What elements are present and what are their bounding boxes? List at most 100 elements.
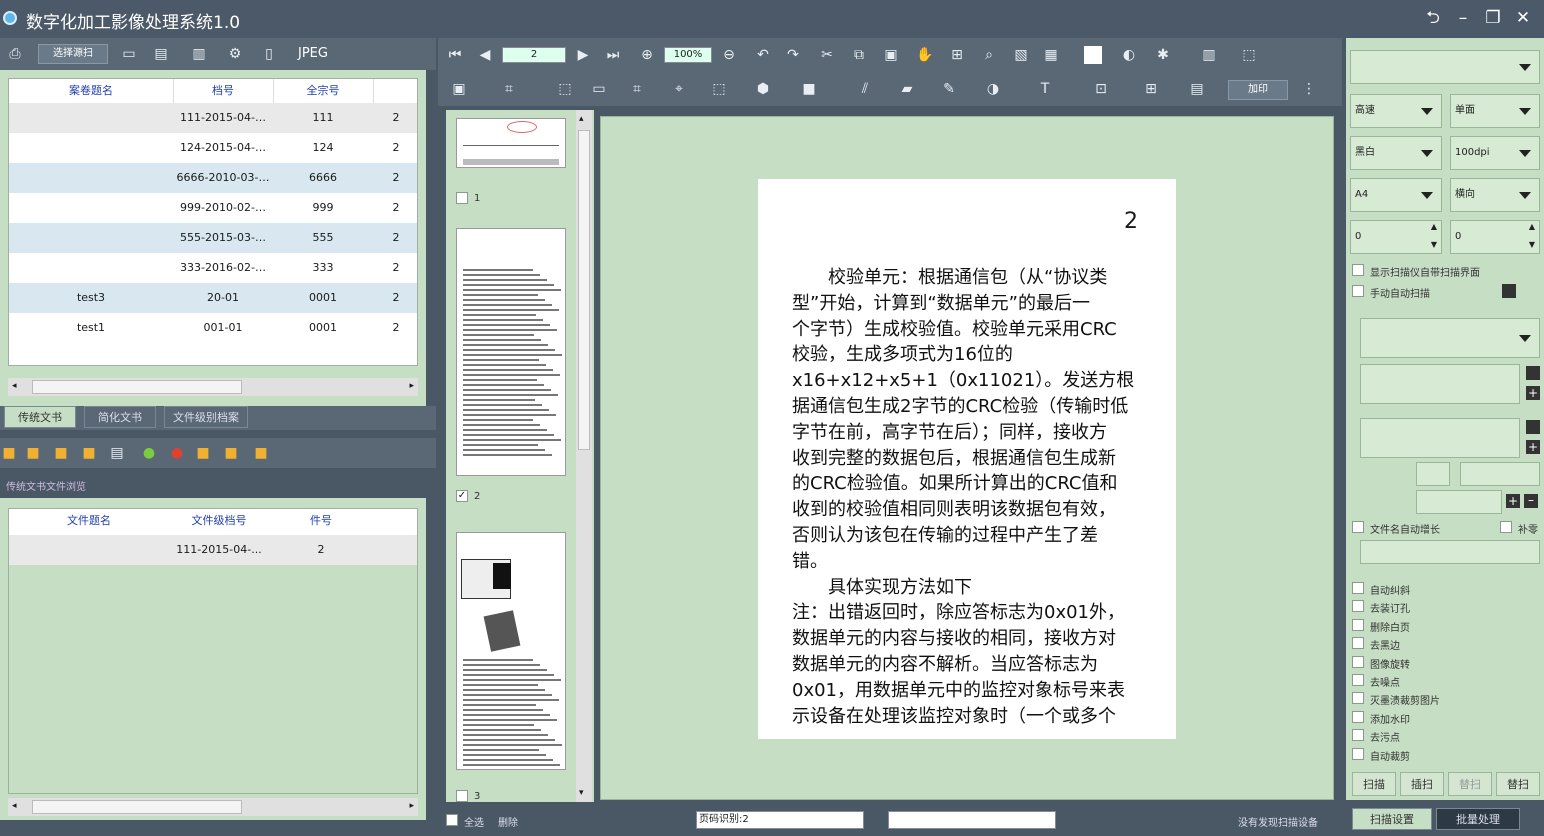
page-icon[interactable]: ▤ (1188, 80, 1206, 98)
fit-icon[interactable]: ⊞ (948, 46, 966, 64)
page-input[interactable]: 2 (502, 47, 566, 63)
next-page-icon[interactable]: ▶ (574, 46, 592, 64)
column-header[interactable] (373, 79, 417, 103)
tab-file-level[interactable]: 文件级别档案 (164, 406, 248, 428)
horizontal-scrollbar[interactable]: ◂ ▸ (8, 378, 418, 396)
border-icon[interactable]: ⬚ (556, 80, 574, 98)
spin-down-icon[interactable]: ▼ (1526, 240, 1538, 249)
scan-button[interactable]: 扫描 (1352, 772, 1396, 796)
option-checkbox[interactable] (1352, 747, 1364, 760)
hand-icon[interactable]: ✋ (916, 46, 934, 64)
thumbnail-page-3[interactable] (456, 532, 566, 770)
save-icon[interactable] (1526, 366, 1540, 380)
tab-simplified[interactable]: 简化文书 (84, 406, 156, 428)
option-checkbox[interactable] (1352, 618, 1364, 631)
show-scanner-ui-checkbox[interactable] (1352, 264, 1364, 276)
white-color-icon[interactable] (1084, 46, 1102, 64)
table-row[interactable]: 555-2015-03-… 555 2 (9, 223, 417, 253)
paste-icon[interactable]: ▣ (882, 46, 900, 64)
insert-scan-button[interactable]: 插扫 (1400, 772, 1444, 796)
column-header[interactable]: 件号 (269, 509, 373, 533)
folder-add-icon[interactable]: ■ (52, 444, 70, 462)
folder-open-icon[interactable]: ■ (24, 444, 42, 462)
more-icon[interactable]: ⋮ (1300, 80, 1318, 98)
horizontal-scrollbar[interactable]: ◂ ▸ (8, 798, 418, 816)
profile-select[interactable] (1350, 50, 1540, 84)
copy-icon[interactable]: ⧉ (850, 46, 868, 64)
option-checkbox[interactable] (1352, 582, 1364, 594)
option-checkbox[interactable] (1352, 692, 1364, 705)
grid-icon[interactable]: ▦ (1042, 46, 1060, 64)
vertical-scrollbar[interactable]: ▴ ▾ (576, 110, 592, 802)
search-icon[interactable]: ⌕ (980, 46, 998, 64)
tab-traditional[interactable]: 传统文书 (4, 406, 76, 428)
split-icon[interactable]: ▥ (1200, 46, 1218, 64)
thumbnail-checkbox-3[interactable] (456, 790, 468, 802)
spin-down-icon[interactable]: ▼ (1428, 240, 1440, 249)
document-icon[interactable]: ▯ (260, 45, 278, 63)
frame-icon[interactable]: ⊡ (1092, 80, 1110, 98)
select-area-icon[interactable]: ⬚ (1240, 46, 1258, 64)
export-icon[interactable]: ■ (252, 444, 270, 462)
brightness-icon[interactable]: ◑ (984, 80, 1002, 98)
pad-zero-checkbox[interactable] (1500, 521, 1512, 533)
image-icon[interactable]: ▭ (120, 45, 138, 63)
list-icon[interactable]: ▤ (108, 444, 126, 462)
table-row[interactable]: 111-2015-04-... 2 (9, 535, 417, 565)
apply-button[interactable]: 加印 (1228, 80, 1288, 100)
small-field-a[interactable] (1416, 462, 1450, 486)
add-icon[interactable]: + (1526, 440, 1540, 454)
first-page-icon[interactable]: ⏮ (446, 46, 464, 64)
dpi-select[interactable]: 100dpi (1450, 136, 1540, 170)
column-header[interactable]: 文件题名 (9, 509, 169, 533)
folder-icon[interactable]: ■ (0, 444, 18, 462)
option-checkbox[interactable] (1352, 729, 1364, 742)
option-checkbox[interactable] (1352, 600, 1364, 613)
color-mode-select[interactable]: 黑白 (1350, 136, 1442, 170)
spin-up-icon[interactable]: ▲ (1428, 222, 1440, 231)
naming-select[interactable] (1360, 318, 1540, 358)
format-select[interactable]: JPEG (298, 46, 328, 61)
column-header[interactable]: 全宗号 (273, 79, 373, 103)
table-row[interactable]: 333-2016-02-… 333 2 (9, 253, 417, 283)
tab-scan-settings[interactable]: 扫描设置 (1352, 808, 1432, 830)
speed-select[interactable]: 高速 (1350, 94, 1442, 128)
remove-icon[interactable]: – (1524, 494, 1538, 508)
table-icon[interactable]: ⊞ (1142, 80, 1160, 98)
paper-size-select[interactable]: A4 (1350, 178, 1442, 212)
auto-name-checkbox[interactable] (1352, 521, 1364, 533)
minimize-button[interactable]: – (1450, 6, 1476, 30)
table-row[interactable]: 999-2010-02-… 999 2 (9, 193, 417, 223)
table-row[interactable]: 6666-2010-03-… 6666 2 (9, 163, 417, 193)
tools-icon[interactable]: ✱ (1154, 46, 1172, 64)
zoom-out-icon[interactable]: ⊖ (720, 46, 738, 64)
column-header[interactable]: 案卷题名 (9, 79, 173, 103)
small-field-b[interactable] (1460, 462, 1540, 486)
small-field-c[interactable] (1416, 490, 1502, 514)
column-header[interactable] (373, 509, 417, 533)
folder-edit-icon[interactable]: ■ (80, 444, 98, 462)
select-all-checkbox[interactable] (446, 814, 458, 826)
scanner-icon[interactable]: ⎙ (6, 45, 24, 63)
thumbnail-page-2[interactable] (456, 228, 566, 476)
zoom-in-icon[interactable]: ⊕ (638, 46, 656, 64)
orientation-select[interactable]: 横向 (1450, 178, 1540, 212)
last-page-icon[interactable]: ⏭ (604, 46, 622, 64)
zoom-input[interactable]: 100% (664, 47, 712, 63)
gear-icon[interactable]: ⚙ (226, 45, 244, 63)
add-icon[interactable]: + (1526, 386, 1540, 400)
lines-icon[interactable]: ⫽ (856, 80, 874, 98)
add-icon[interactable]: + (1506, 494, 1520, 508)
cut-icon[interactable]: ✂ (818, 46, 836, 64)
column-header[interactable]: 档号 (173, 79, 273, 103)
paste-special-icon[interactable]: ▣ (450, 80, 468, 98)
settings-icon[interactable] (1502, 284, 1516, 298)
select-device-button[interactable]: 选择源扫 (38, 44, 108, 64)
redo-icon[interactable]: ↷ (784, 46, 802, 64)
option-checkbox[interactable] (1352, 637, 1364, 650)
image-icon[interactable]: ▧ (1012, 46, 1030, 64)
status-field[interactable] (888, 811, 1056, 829)
page-recognition-field[interactable]: 页码识别:2 (696, 811, 864, 829)
eraser-icon[interactable]: ▰ (898, 80, 916, 98)
thumbnail-checkbox-1[interactable] (456, 192, 468, 204)
